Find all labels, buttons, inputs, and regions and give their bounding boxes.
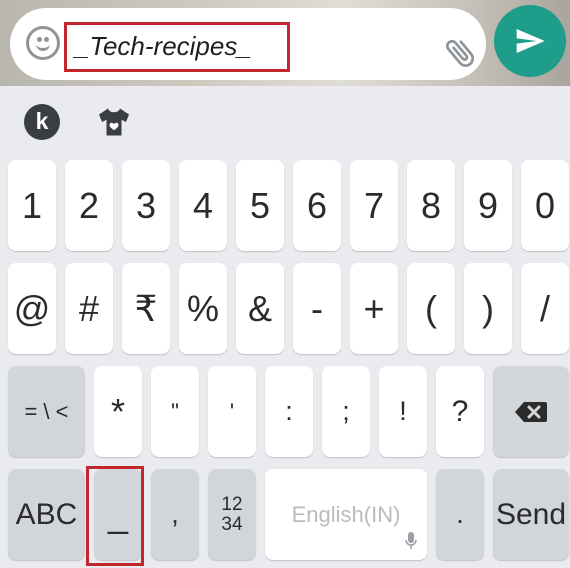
key-label: = \ < <box>24 398 69 424</box>
key-ampersand[interactable]: & <box>236 263 284 354</box>
key-minus[interactable]: - <box>293 263 341 354</box>
abc-key[interactable]: ABC <box>8 469 85 560</box>
key-single-quote[interactable]: ' <box>208 366 256 457</box>
key-label: ) <box>482 287 494 329</box>
key-exclamation[interactable]: ! <box>379 366 427 457</box>
key-label: ( <box>425 287 437 329</box>
key-hash[interactable]: # <box>65 263 113 354</box>
key-6[interactable]: 6 <box>293 160 341 251</box>
key-label: 5 <box>249 184 271 226</box>
key-0[interactable]: 0 <box>521 160 569 251</box>
key-label: ? <box>451 394 469 428</box>
send-arrow-icon <box>516 29 545 53</box>
key-label: . <box>456 499 464 529</box>
key-period[interactable]: . <box>436 469 484 560</box>
numpad-label-bottom: 34 <box>221 513 243 535</box>
paperclip-icon[interactable] <box>442 34 480 72</box>
numpad-label: 12 34 <box>221 493 243 535</box>
key-label: - <box>311 287 323 329</box>
key-9[interactable]: 9 <box>464 160 512 251</box>
key-label: 1 <box>21 184 43 226</box>
key-plus[interactable]: + <box>350 263 398 354</box>
backspace-icon <box>515 401 547 422</box>
key-label: ' <box>229 398 235 424</box>
key-asterisk[interactable]: * <box>94 366 142 457</box>
send-button[interactable] <box>494 5 566 77</box>
key-label: 7 <box>363 184 385 226</box>
smiley-icon[interactable] <box>26 26 60 60</box>
key-label: % <box>186 287 219 329</box>
key-1[interactable]: 1 <box>8 160 56 251</box>
key-label: ₹ <box>134 287 158 329</box>
key-open-paren[interactable]: ( <box>407 263 455 354</box>
key-rupee[interactable]: ₹ <box>122 263 170 354</box>
key-label: Send <box>495 497 567 531</box>
key-at[interactable]: @ <box>8 263 56 354</box>
key-label: 9 <box>477 184 499 226</box>
space-key-label: English(IN) <box>291 501 401 527</box>
key-label: 6 <box>306 184 328 226</box>
key-double-quote[interactable]: " <box>151 366 199 457</box>
microphone-icon <box>405 532 417 549</box>
key-7[interactable]: 7 <box>350 160 398 251</box>
key-slash[interactable]: / <box>521 263 569 354</box>
key-question[interactable]: ? <box>436 366 484 457</box>
key-percent[interactable]: % <box>179 263 227 354</box>
key-label: " <box>171 398 179 424</box>
key-label: 2 <box>78 184 100 226</box>
key-5[interactable]: 5 <box>236 160 284 251</box>
send-key[interactable]: Send <box>493 469 569 560</box>
key-label: , <box>171 499 179 529</box>
key-3[interactable]: 3 <box>122 160 170 251</box>
more-symbols-key[interactable]: = \ < <box>8 366 85 457</box>
key-close-paren[interactable]: ) <box>464 263 512 354</box>
key-comma[interactable]: , <box>151 469 199 560</box>
shirt-icon[interactable] <box>96 104 132 140</box>
backspace-key[interactable] <box>493 366 569 457</box>
key-label: : <box>285 396 293 426</box>
key-8[interactable]: 8 <box>407 160 455 251</box>
space-key[interactable]: English(IN) <box>265 469 427 560</box>
key-label: & <box>247 287 272 329</box>
key-label: ; <box>342 396 350 426</box>
message-input[interactable]: _Tech-recipes_ <box>64 22 290 72</box>
key-label: 0 <box>534 184 556 226</box>
key-colon[interactable]: : <box>265 366 313 457</box>
key-2[interactable]: 2 <box>65 160 113 251</box>
key-label: / <box>539 287 550 329</box>
key-label: ! <box>399 396 407 426</box>
key-label: + <box>363 287 385 329</box>
key-4[interactable]: 4 <box>179 160 227 251</box>
key-label: @ <box>13 287 51 329</box>
key-label: * <box>110 390 125 432</box>
keyboard-logo-icon[interactable]: k <box>24 104 60 140</box>
underscore-highlight-box <box>86 466 144 566</box>
key-label: ABC <box>15 497 78 531</box>
key-semicolon[interactable]: ; <box>322 366 370 457</box>
key-label: 4 <box>192 184 214 226</box>
key-label: 3 <box>135 184 157 226</box>
key-label: 8 <box>420 184 442 226</box>
keyboard-toolbar: k <box>0 86 570 156</box>
numpad-label-top: 12 <box>221 493 243 515</box>
key-label: # <box>78 287 100 329</box>
numpad-key[interactable]: 12 34 <box>208 469 256 560</box>
